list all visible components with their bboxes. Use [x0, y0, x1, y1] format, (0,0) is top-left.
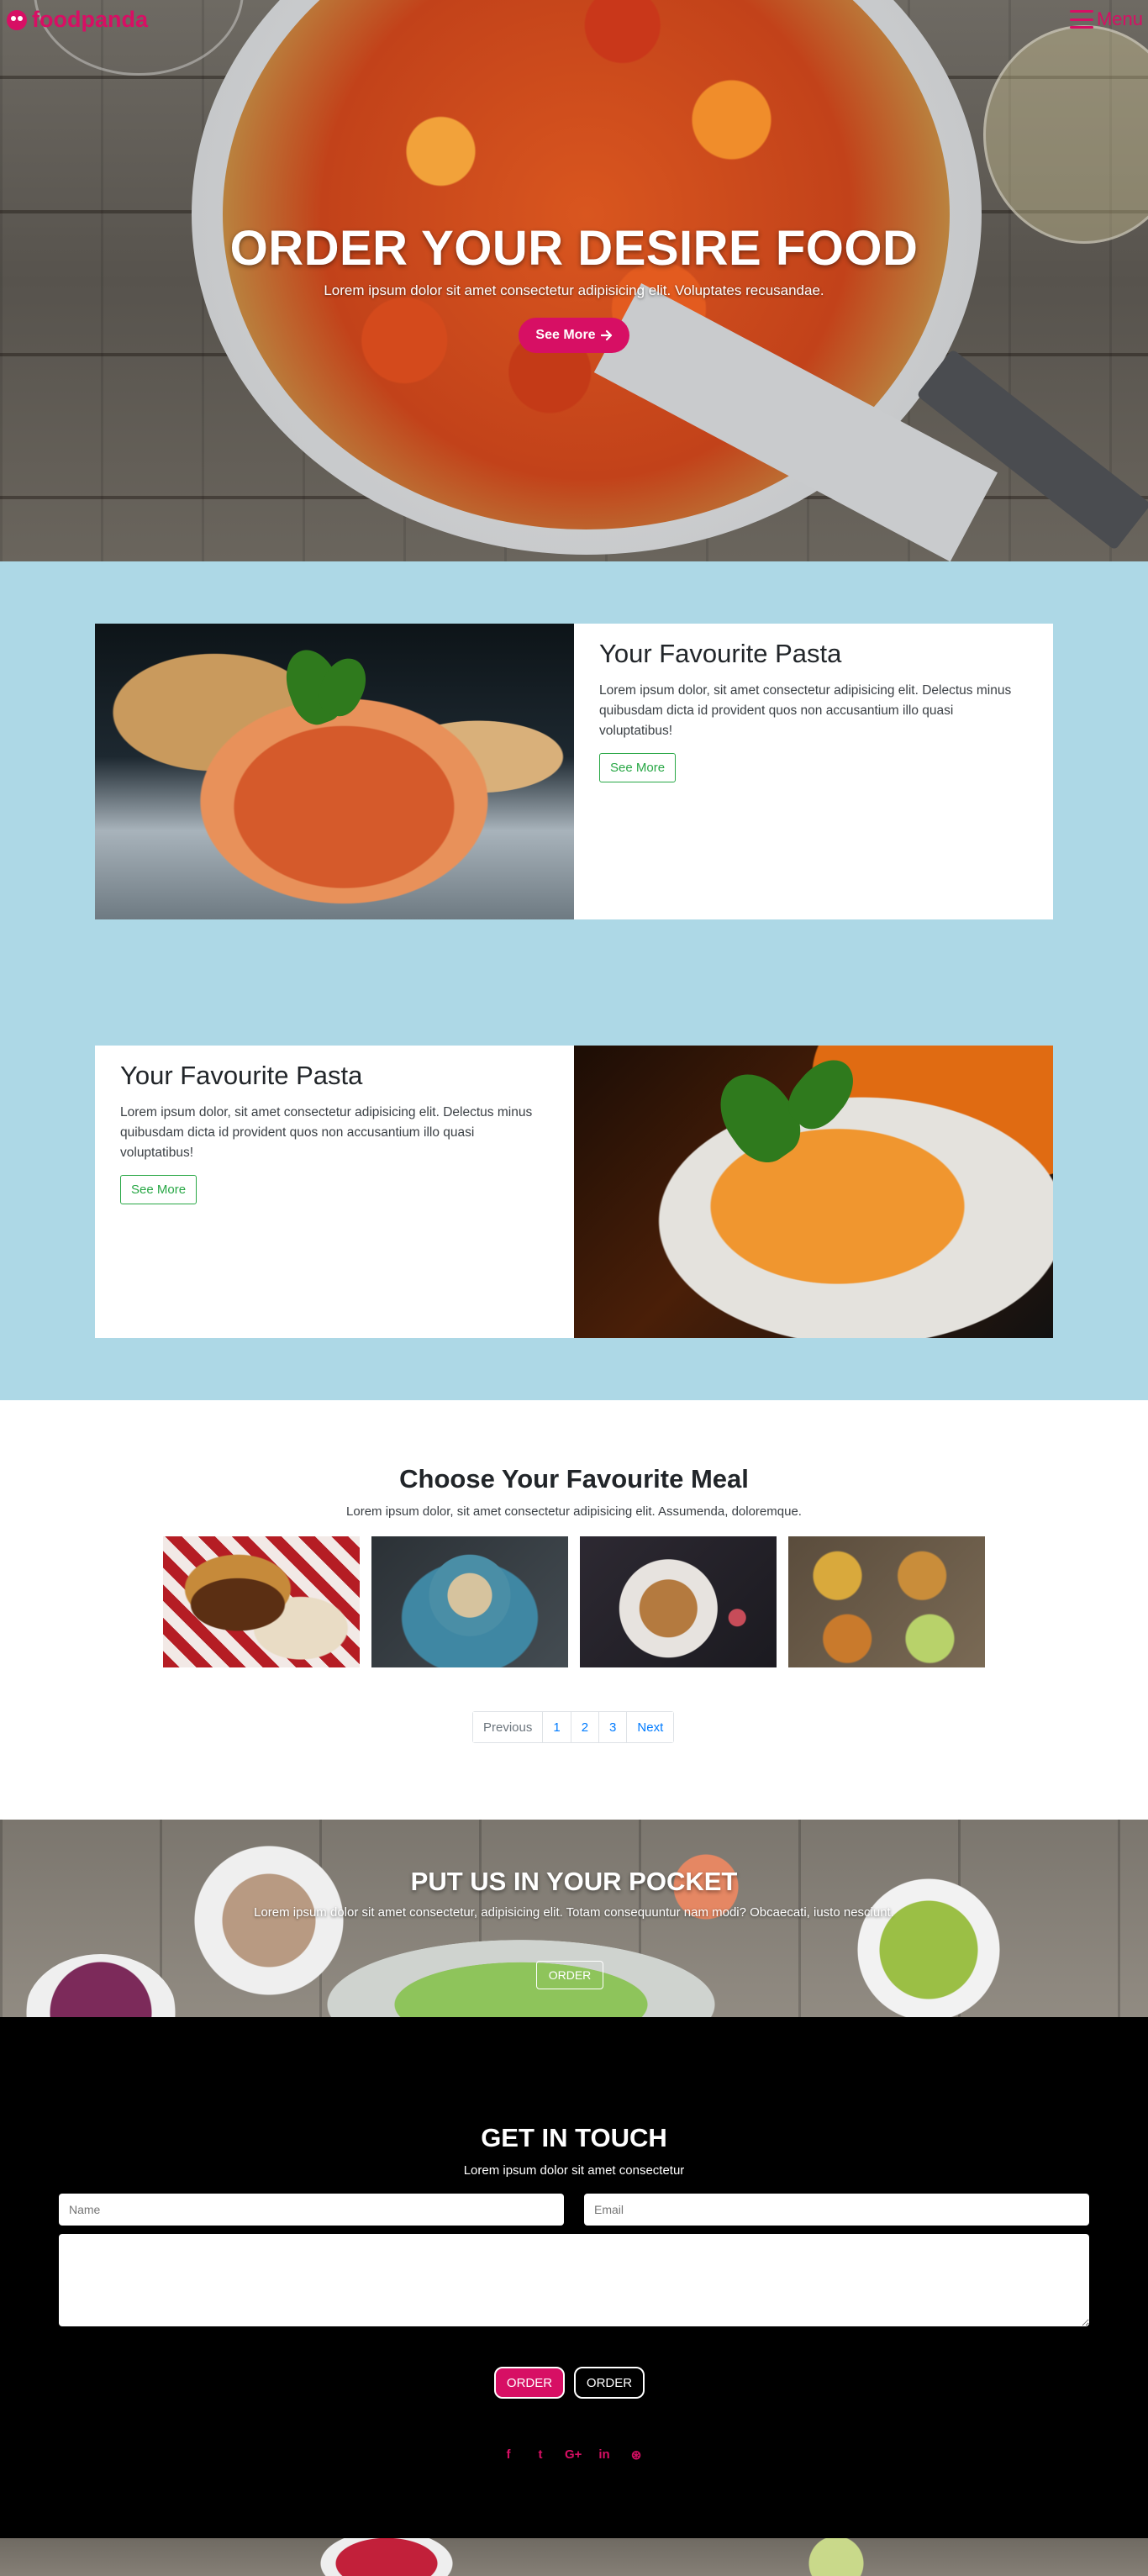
pagination-page-2[interactable]: 2 [570, 1712, 599, 1742]
navbar: foodpanda Menu [0, 0, 1148, 40]
linkedin-icon[interactable]: in [597, 2447, 612, 2463]
feature-body: Lorem ipsum dolor, sit amet consectetur … [599, 683, 1012, 738]
dribbble-icon[interactable]: ⊛ [629, 2447, 644, 2463]
menu-label: Menu [1096, 8, 1143, 29]
feature-card-text: Your Favourite Pasta Lorem ipsum dolor, … [95, 1046, 574, 1218]
cabbage-bowl-image [25, 1954, 176, 2017]
feature-card: Your Favourite Pasta Lorem ipsum dolor, … [95, 624, 1053, 919]
footer-food-image [0, 2538, 1148, 2576]
feature-card: Your Favourite Pasta Lorem ipsum dolor, … [95, 1046, 1053, 1338]
penne-image [574, 1046, 1053, 1338]
arrow-right-icon [600, 329, 612, 341]
see-more-label: See More [535, 328, 596, 342]
berries-bowl-image [319, 2538, 454, 2576]
hero-title: ORDER YOUR DESIRE FOOD [229, 221, 919, 276]
meals-subtitle: Lorem ipsum dolor, sit amet consectetur … [346, 1504, 802, 1519]
feature-card-text: Your Favourite Pasta Lorem ipsum dolor, … [574, 624, 1053, 796]
salad-plate-image [319, 1937, 723, 2017]
meals-title: Choose Your Favourite Meal [399, 1464, 749, 1493]
panda-icon [7, 9, 27, 30]
contact-section: GET IN TOUCH Lorem ipsum dolor sit amet … [0, 2017, 1148, 2538]
twitter-icon[interactable]: t [533, 2447, 548, 2463]
see-more-button[interactable]: See More [120, 1175, 197, 1204]
message-field[interactable] [59, 2234, 1089, 2326]
hamburger-icon [1069, 10, 1093, 29]
see-more-button[interactable]: See More [519, 318, 629, 353]
feature-title: Your Favourite Pasta [599, 639, 842, 668]
email-field[interactable] [584, 2194, 1089, 2226]
google-plus-icon[interactable]: G+ [565, 2447, 582, 2463]
spaghetti-image [95, 624, 574, 919]
feature-title: Your Favourite Pasta [120, 1061, 363, 1090]
pagination-page-3[interactable]: 3 [598, 1712, 627, 1742]
contact-subtitle: Lorem ipsum dolor sit amet consectetur [463, 2163, 685, 2178]
pocket-order-button[interactable]: ORDER [536, 1961, 603, 1989]
pocket-subtitle: Lorem ipsum dolor sit amet consectetur, … [254, 1905, 894, 1920]
lime-image [807, 2538, 866, 2576]
order-outline-button[interactable]: ORDER [574, 2367, 645, 2399]
feature-body: Lorem ipsum dolor, sit amet consectetur … [120, 1105, 533, 1160]
tarts-image[interactable] [788, 1536, 985, 1667]
pocket-title: PUT US IN YOUR POCKET [410, 1867, 738, 1896]
facebook-icon[interactable]: f [501, 2447, 516, 2463]
pocket-banner: PUT US IN YOUR POCKET Lorem ipsum dolor … [0, 1820, 1148, 2017]
grapes-bowl-image [857, 1878, 1000, 2017]
coffee-image[interactable] [371, 1536, 568, 1667]
hero-section: foodpanda Menu ORDER YOUR DESIRE FOOD Lo… [0, 0, 1148, 561]
features-section: Your Favourite Pasta Lorem ipsum dolor, … [0, 561, 1148, 1400]
meals-section: Choose Your Favourite Meal Lorem ipsum d… [0, 1400, 1148, 1820]
menu-button[interactable]: Menu [1069, 8, 1143, 30]
pagination-previous[interactable]: Previous [473, 1712, 543, 1742]
burger-image[interactable] [163, 1536, 360, 1667]
name-field[interactable] [59, 2194, 564, 2226]
brand-name: foodpanda [32, 7, 148, 32]
rice-plate-image[interactable] [580, 1536, 777, 1667]
social-links: f t G+ in ⊛ [501, 2447, 644, 2463]
pagination-next[interactable]: Next [626, 1712, 674, 1742]
brand-logo[interactable]: foodpanda [7, 7, 148, 33]
order-button[interactable]: ORDER [494, 2367, 565, 2399]
pagination-page-1[interactable]: 1 [542, 1712, 571, 1742]
contact-title: GET IN TOUCH [481, 2123, 667, 2152]
pagination: Previous 1 2 3 Next [472, 1711, 675, 1743]
see-more-button[interactable]: See More [599, 753, 677, 782]
hero-subtitle: Lorem ipsum dolor sit amet consectetur a… [324, 282, 824, 298]
meal-gallery [163, 1536, 985, 1667]
